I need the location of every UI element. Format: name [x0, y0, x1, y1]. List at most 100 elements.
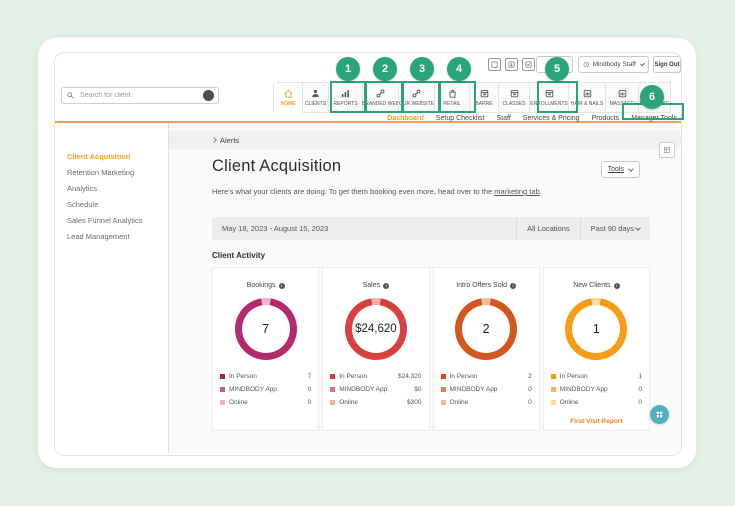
page-description: Here's what your clients are doing. To g… — [212, 187, 542, 196]
staff-menu[interactable]: Mindbody Staff — [578, 56, 649, 73]
info-icon[interactable]: i — [613, 282, 620, 289]
legend-swatch — [330, 400, 336, 405]
legend-row: MINDBODY App 0 — [220, 383, 311, 396]
card-title: Sales — [362, 282, 381, 289]
panel-toggle-button[interactable] — [659, 142, 675, 158]
sidebar-item-schedule[interactable]: Schedule — [55, 197, 168, 213]
subnav-dashboard[interactable]: Dashboard — [387, 115, 424, 122]
new-clients-card: New Clients i 1 In Person 1 MINDBODY App 0 … — [542, 267, 650, 431]
page-background: Mindbody Staff Sign Out HOME CLIENTS — [0, 0, 735, 506]
first-visit-report-link[interactable]: First Visit Report — [544, 418, 649, 425]
inbox-button[interactable] — [505, 58, 518, 71]
annotation-step-5: 5 — [545, 57, 569, 81]
sidebar-item-client-acquisition[interactable]: Client Acquisition — [55, 149, 168, 165]
subnav-products[interactable]: Products — [592, 115, 620, 122]
legend-row: In Person 7 — [220, 370, 311, 383]
chevron-down-icon — [635, 225, 641, 231]
legend-swatch — [550, 387, 556, 392]
info-icon[interactable]: i — [278, 282, 285, 289]
subnav-setup-checklist[interactable]: Setup Checklist — [436, 115, 485, 122]
legend-row: MINDBODY App 0 — [550, 383, 642, 396]
tab-massage[interactable]: MASSAGE — [605, 82, 639, 113]
period-filter[interactable]: Past 90 days — [579, 217, 650, 240]
sidebar-item-retention-marketing[interactable]: Retention Marketing — [55, 165, 168, 181]
legend: In Person 1 MINDBODY App 0 Online 0 — [550, 370, 642, 409]
tasks-button[interactable] — [522, 58, 535, 71]
new-clients-total: 1 — [592, 322, 600, 336]
tab-barre[interactable]: BARRE — [469, 82, 499, 113]
sales-card: Sales i $24,620 In Person $24,320 MINDBODY… — [322, 267, 430, 431]
legend-swatch — [550, 400, 556, 405]
chevron-right-icon — [211, 137, 217, 143]
tab-retail[interactable]: RETAIL — [434, 82, 470, 113]
intro-offers-donut-chart: 2 — [455, 298, 518, 360]
subnav-services-pricing[interactable]: Services & Pricing — [523, 115, 580, 122]
client-search[interactable] — [61, 87, 219, 104]
grid-window-icon — [664, 147, 670, 153]
annotation-step-3: 3 — [410, 57, 434, 81]
tab-our-website[interactable]: OUR WEBSITE — [398, 82, 435, 113]
legend-swatch — [220, 374, 225, 379]
tools-button[interactable]: Tools — [600, 161, 640, 178]
tab-reports[interactable]: REPORTS — [328, 82, 363, 113]
calendar-icon — [510, 90, 518, 98]
card-title: Intro Offers Sold — [456, 282, 508, 289]
info-icon[interactable]: i — [510, 282, 517, 289]
chevron-down-icon — [628, 166, 634, 172]
tab-enrollments[interactable]: ENROLLMENTS — [529, 82, 569, 113]
sign-out-button[interactable]: Sign Out — [653, 56, 681, 73]
tab-clients[interactable]: CLIENTS — [302, 82, 329, 113]
legend-swatch — [220, 387, 225, 392]
info-icon[interactable]: i — [383, 282, 390, 289]
annotation-step-2: 2 — [373, 57, 397, 81]
annotation-step-6: 6 — [640, 85, 664, 109]
annotation-step-4: 4 — [447, 57, 471, 81]
subnav-manager-tools[interactable]: Manager Tools — [631, 115, 677, 122]
legend: In Person 7 MINDBODY App 0 Online 0 — [220, 370, 311, 409]
legend: In Person 2 MINDBODY App 0 Online 0 — [440, 370, 532, 409]
alerts-label: Alerts — [220, 135, 240, 145]
legend-row: In Person $24,320 — [330, 370, 422, 383]
intro-offers-card: Intro Offers Sold i 2 In Person 2 MINDBODY… — [432, 267, 540, 431]
tab-home[interactable]: HOME — [273, 82, 303, 113]
legend-swatch — [440, 400, 446, 405]
staff-menu-label: Mindbody Staff — [592, 61, 636, 68]
legend-row: Online $300 — [330, 396, 422, 409]
legend-row: MINDBODY App 0 — [440, 383, 532, 396]
marketing-tab-link[interactable]: marketing tab — [494, 187, 539, 196]
main-tab-bar: HOME CLIENTS REPORTS BRANDED WEB OUR WEB… — [273, 82, 671, 113]
legend-swatch — [440, 387, 446, 392]
check-square-icon — [525, 61, 532, 68]
calendar-icon — [545, 90, 553, 98]
tab-classes[interactable]: CLASSES — [498, 82, 530, 113]
legend: In Person $24,320 MINDBODY App $0 Online $3… — [330, 370, 422, 409]
legend-swatch — [220, 400, 225, 405]
tab-hair-nails[interactable]: HAIR & NAILS — [568, 82, 606, 113]
sales-total: $24,620 — [355, 323, 397, 335]
location-filter[interactable]: All Locations — [516, 217, 580, 240]
clock-icon — [583, 61, 589, 68]
calendar-icon — [618, 90, 626, 98]
home-icon — [284, 89, 292, 98]
link-icon — [412, 89, 421, 98]
card-title: Bookings — [246, 282, 276, 289]
sidebar-item-sales-funnel-analytics[interactable]: Sales Funnel Analytics — [55, 213, 168, 229]
subnav-staff[interactable]: Staff — [497, 115, 511, 122]
apps-launcher-button[interactable] — [650, 405, 669, 424]
legend-row: In Person 1 — [550, 370, 642, 383]
search-input[interactable] — [78, 91, 200, 100]
card-title: New Clients — [573, 282, 611, 289]
date-range-label: May 18, 2023 - August 15, 2023 — [222, 224, 329, 233]
search-help-icon[interactable] — [203, 90, 214, 101]
notes-button[interactable] — [488, 58, 501, 71]
annotation-step-1: 1 — [336, 57, 360, 81]
sidebar-item-analytics[interactable]: Analytics — [55, 181, 168, 197]
legend-swatch — [330, 387, 336, 392]
bookings-total: 7 — [262, 322, 270, 336]
sidebar-item-lead-management[interactable]: Lead Management — [55, 229, 168, 245]
calendar-icon — [480, 90, 488, 98]
tab-branded-web[interactable]: BRANDED WEB — [362, 82, 399, 113]
inbox-arrow-icon — [508, 61, 515, 68]
alerts-bar[interactable]: Alerts — [169, 131, 681, 149]
person-icon — [312, 89, 319, 98]
